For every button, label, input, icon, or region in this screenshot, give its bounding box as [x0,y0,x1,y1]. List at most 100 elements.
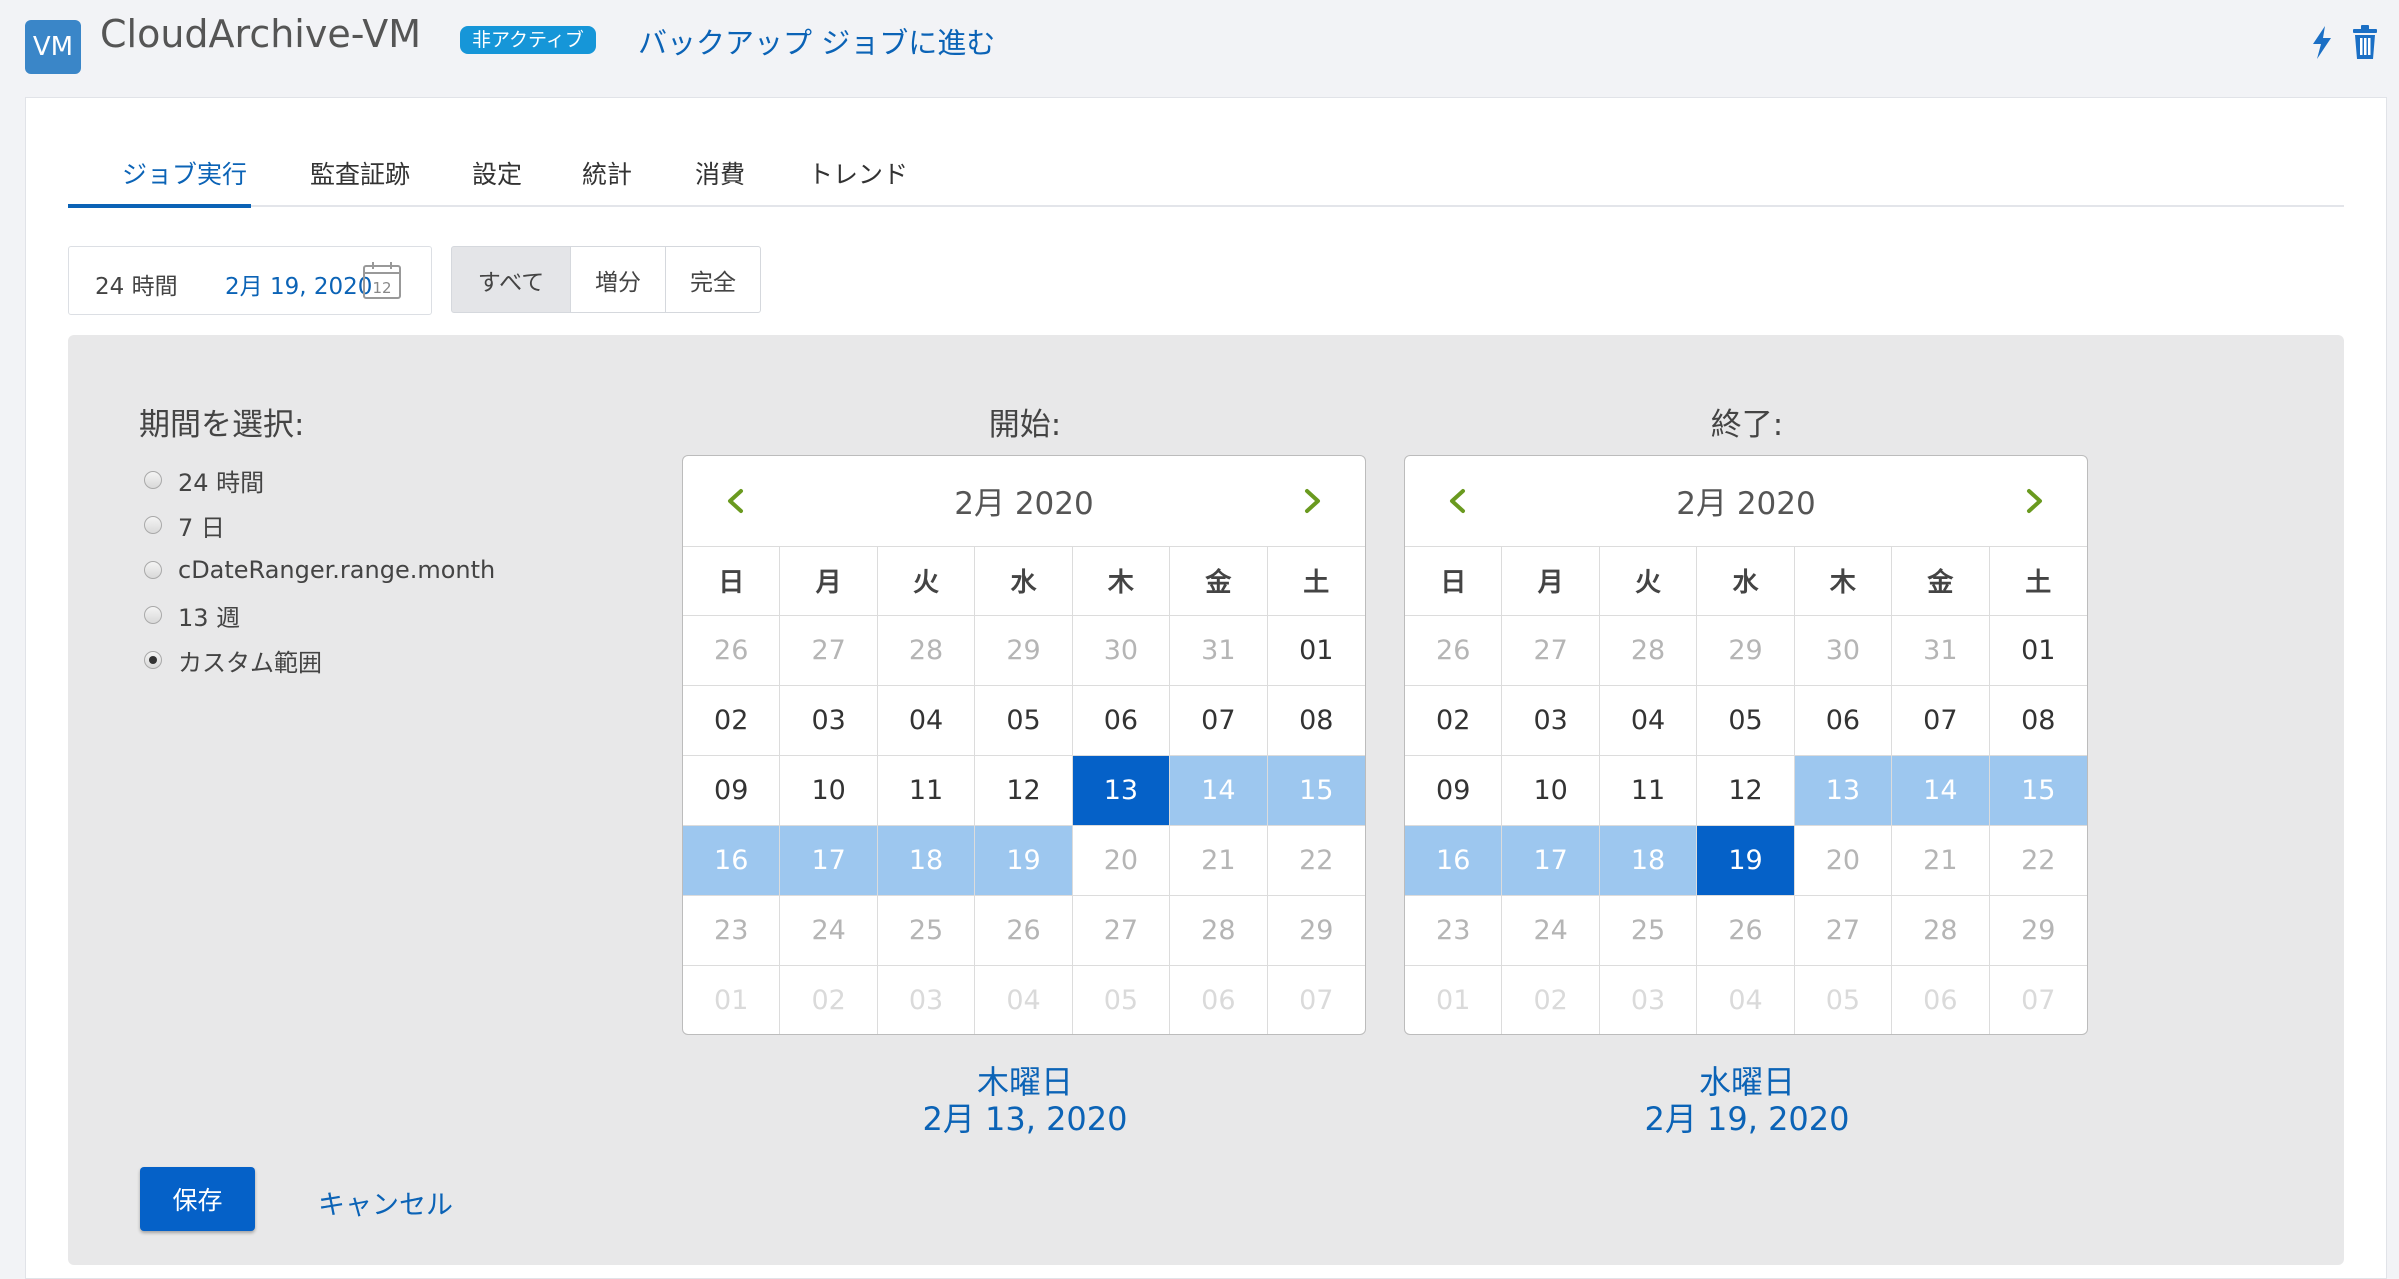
calendar-day[interactable]: 19 [1697,826,1795,896]
calendar-day[interactable]: 01 [1989,616,2087,686]
calendar-day[interactable]: 16 [683,826,781,896]
calendar-day[interactable]: 22 [1267,826,1365,896]
trash-icon[interactable] [2345,22,2385,62]
tab-stats[interactable]: 統計 [582,155,632,191]
calendar-day[interactable]: 11 [877,756,976,826]
calendar-day[interactable]: 26 [1405,616,1503,686]
calendar-day[interactable]: 24 [1502,896,1600,966]
calendar-day[interactable]: 07 [1170,686,1268,756]
calendar-day[interactable]: 28 [877,616,976,686]
calendar-day[interactable]: 27 [1794,896,1893,966]
calendar-day[interactable]: 18 [1599,826,1698,896]
calendar-day[interactable]: 30 [1072,616,1171,686]
calendar-day[interactable]: 03 [878,966,976,1034]
calendar-day[interactable]: 04 [975,966,1073,1034]
calendar-day[interactable]: 23 [1405,896,1503,966]
calendar-day[interactable]: 08 [1267,686,1365,756]
calendar-day[interactable]: 07 [1268,966,1365,1034]
calendar-day[interactable]: 06 [1794,686,1893,756]
next-month-icon[interactable] [1295,484,1329,518]
calendar-day[interactable]: 29 [1697,616,1795,686]
calendar-day[interactable]: 25 [877,896,976,966]
calendar-day[interactable]: 13 [1072,756,1171,826]
calendar-day[interactable]: 09 [1405,756,1503,826]
calendar-day[interactable]: 11 [1599,756,1698,826]
calendar-day[interactable]: 28 [1892,896,1990,966]
option-month[interactable]: cDateRanger.range.month [144,552,495,588]
option-13w[interactable]: 13 週 [144,597,240,633]
calendar-day[interactable]: 07 [1990,966,2087,1034]
radio-24h[interactable] [144,471,162,489]
option-24h[interactable]: 24 時間 [144,462,264,498]
calendar-day[interactable]: 25 [1599,896,1698,966]
calendar-day[interactable]: 28 [1170,896,1268,966]
calendar-day[interactable]: 03 [1502,686,1600,756]
calendar-day[interactable]: 03 [1600,966,1698,1034]
calendar-day[interactable]: 12 [975,756,1073,826]
option-7d[interactable]: 7 日 [144,507,225,543]
calendar-day[interactable]: 15 [1267,756,1365,826]
calendar-day[interactable]: 05 [1795,966,1893,1034]
calendar-day[interactable]: 27 [1072,896,1171,966]
calendar-day[interactable]: 14 [1170,756,1268,826]
calendar-day[interactable]: 01 [1405,966,1503,1034]
calendar-day[interactable]: 31 [1170,616,1268,686]
calendar-day[interactable]: 29 [975,616,1073,686]
calendar-day[interactable]: 05 [1697,686,1795,756]
radio-custom-range[interactable] [144,651,162,669]
tab-job-runs[interactable]: ジョブ実行 [122,155,247,191]
calendar-day[interactable]: 06 [1892,966,1990,1034]
calendar-day[interactable]: 20 [1072,826,1171,896]
calendar-day[interactable]: 15 [1989,756,2087,826]
calendar-day[interactable]: 17 [1502,826,1600,896]
calendar-day[interactable]: 03 [780,686,878,756]
calendar-day[interactable]: 09 [683,756,781,826]
calendar-day[interactable]: 06 [1072,686,1171,756]
calendar-day[interactable]: 12 [1697,756,1795,826]
tab-audit-trail[interactable]: 監査証跡 [310,155,410,191]
save-button[interactable]: 保存 [140,1167,255,1231]
calendar-day[interactable]: 24 [780,896,878,966]
calendar-day[interactable]: 02 [780,966,878,1034]
filter-incremental-button[interactable]: 増分 [570,246,666,313]
calendar-day[interactable]: 10 [780,756,878,826]
calendar-day[interactable]: 01 [683,966,781,1034]
calendar-day[interactable]: 06 [1170,966,1268,1034]
radio-13w[interactable] [144,606,162,624]
calendar-day[interactable]: 21 [1170,826,1268,896]
tab-consumption[interactable]: 消費 [695,155,745,191]
calendar-day[interactable]: 16 [1405,826,1503,896]
calendar-day[interactable]: 23 [683,896,781,966]
tab-settings[interactable]: 設定 [472,155,522,191]
filter-all-button[interactable]: すべて [451,246,571,313]
calendar-day[interactable]: 04 [877,686,976,756]
calendar-day[interactable]: 29 [1267,896,1365,966]
calendar-day[interactable]: 20 [1794,826,1893,896]
calendar-day[interactable]: 10 [1502,756,1600,826]
calendar-day[interactable]: 04 [1599,686,1698,756]
calendar-day[interactable]: 04 [1697,966,1795,1034]
radio-month[interactable] [144,561,162,579]
calendar-day[interactable]: 02 [1502,966,1600,1034]
calendar-day[interactable]: 18 [877,826,976,896]
calendar-day[interactable]: 29 [1989,896,2087,966]
radio-7d[interactable] [144,516,162,534]
calendar-day[interactable]: 19 [975,826,1073,896]
calendar-day[interactable]: 26 [1697,896,1795,966]
calendar-day[interactable]: 26 [975,896,1073,966]
calendar-day[interactable]: 30 [1794,616,1893,686]
calendar-day[interactable]: 01 [1267,616,1365,686]
calendar-day[interactable]: 31 [1892,616,1990,686]
cancel-button[interactable]: キャンセル [318,1183,453,1222]
tab-trend[interactable]: トレンド [808,155,908,191]
calendar-day[interactable]: 02 [683,686,781,756]
calendar-day[interactable]: 14 [1892,756,1990,826]
calendar-day[interactable]: 21 [1892,826,1990,896]
calendar-day[interactable]: 26 [683,616,781,686]
lightning-icon[interactable] [2302,22,2342,62]
calendar-day[interactable]: 27 [1502,616,1600,686]
calendar-day[interactable]: 13 [1794,756,1893,826]
calendar-day[interactable]: 05 [975,686,1073,756]
next-month-icon[interactable] [2017,484,2051,518]
calendar-day[interactable]: 07 [1892,686,1990,756]
